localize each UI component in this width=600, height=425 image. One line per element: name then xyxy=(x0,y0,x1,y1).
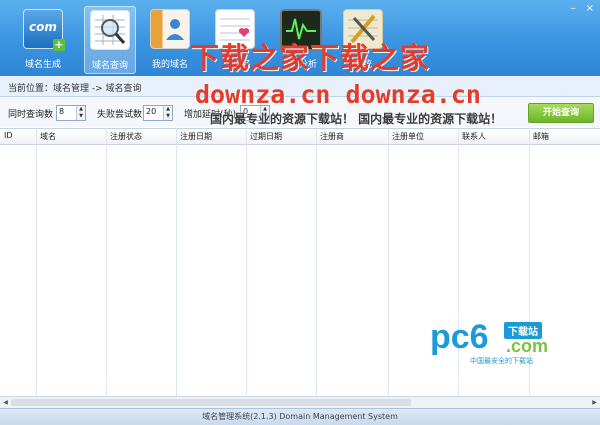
toolbar-label: 域名生成 xyxy=(24,60,61,70)
column-header[interactable]: 邮箱 xyxy=(533,131,549,142)
minimize-button[interactable]: – xyxy=(571,3,576,14)
column-header[interactable]: ID xyxy=(4,131,13,140)
plus-icon: + xyxy=(53,38,65,51)
breadcrumb-text: 当前位置：域名管理 -> 域名查询 xyxy=(8,84,142,94)
concurrent-label: 同时查询数 xyxy=(8,110,54,120)
retry-stepper[interactable]: 20 ▲ ▼ xyxy=(143,105,173,121)
window-controls: – × xyxy=(571,3,594,14)
column-header[interactable]: 注册日期 xyxy=(180,131,212,142)
stepper-arrows-icon[interactable]: ▲ ▼ xyxy=(163,106,172,120)
horizontal-scrollbar[interactable]: ◀ ▶ xyxy=(0,396,600,408)
logo-tagline: 中国最安全的下载站 xyxy=(470,357,533,365)
retry-label: 失败尝试数 xyxy=(97,110,143,120)
column-header[interactable]: 过期日期 xyxy=(250,131,282,142)
column-divider xyxy=(388,128,389,396)
watermark-slogan: 国内最专业的资源下载站！ 国内最专业的资源下载站！ xyxy=(210,112,503,126)
column-divider xyxy=(106,128,107,396)
column-divider xyxy=(246,128,247,396)
pc6-logo: pc6 下载站 .com 中国最安全的下载站 xyxy=(430,318,580,370)
toolbar-domain-query[interactable]: 域名查询 xyxy=(84,6,136,74)
search-grid-icon xyxy=(90,10,130,50)
logo-brand: pc6 xyxy=(430,318,489,356)
stepper-arrows-icon[interactable]: ▲ ▼ xyxy=(76,106,85,120)
scroll-thumb[interactable] xyxy=(11,399,411,406)
watermark-url: downza.cn downza.cn xyxy=(195,80,481,109)
column-divider xyxy=(176,128,177,396)
watermark-title: 下载之家下载之家 xyxy=(190,41,431,75)
toolbar-label: 域名查询 xyxy=(91,61,128,71)
toolbar-domain-generate[interactable]: com + 域名生成 xyxy=(18,6,68,72)
status-text: 域名管理系统(2.1.3) Domain Management System xyxy=(202,412,398,421)
toolbar-my-domains[interactable]: 我的域名 xyxy=(145,6,195,72)
address-book-icon xyxy=(150,9,190,49)
logo-domain: .com xyxy=(506,336,549,356)
table-header: ID 域名 注册状态 注册日期 过期日期 注册商 注册单位 联系人 邮箱 xyxy=(0,128,600,145)
scroll-left-icon[interactable]: ◀ xyxy=(1,398,10,407)
retry-value: 20 xyxy=(146,107,157,116)
column-divider xyxy=(316,128,317,396)
toolbar-label: 我的域名 xyxy=(151,60,188,70)
column-header[interactable]: 注册商 xyxy=(320,131,344,142)
start-query-button[interactable]: 开始查询 xyxy=(528,103,594,123)
column-header[interactable]: 联系人 xyxy=(462,131,486,142)
scroll-right-icon[interactable]: ▶ xyxy=(590,398,599,407)
com-icon: com + xyxy=(23,9,65,51)
column-divider xyxy=(36,128,37,396)
concurrent-value: 8 xyxy=(59,107,65,116)
status-bar: 域名管理系统(2.1.3) Domain Management System xyxy=(0,408,600,425)
column-header[interactable]: 域名 xyxy=(40,131,56,142)
column-header[interactable]: 注册状态 xyxy=(110,131,142,142)
column-header[interactable]: 注册单位 xyxy=(392,131,424,142)
close-button[interactable]: × xyxy=(586,3,594,14)
concurrent-stepper[interactable]: 8 ▲ ▼ xyxy=(56,105,86,121)
